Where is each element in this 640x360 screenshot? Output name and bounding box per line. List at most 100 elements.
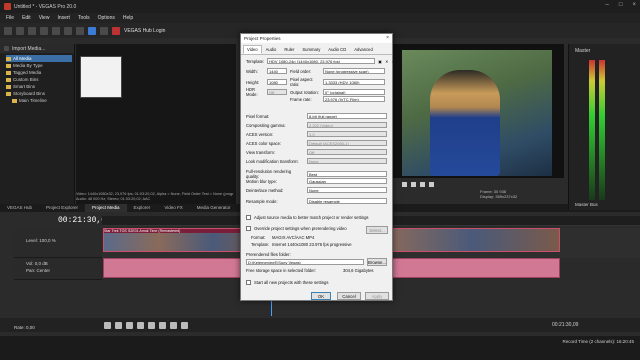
tab-explorer[interactable]: Explorer: [127, 204, 158, 212]
save-icon[interactable]: [28, 26, 36, 35]
import-icon[interactable]: [4, 46, 9, 51]
pause-icon[interactable]: [148, 321, 155, 329]
menu-view[interactable]: View: [39, 15, 50, 21]
folder-icon: [6, 91, 11, 96]
tree-item-media-by-type[interactable]: Media By Type: [6, 62, 72, 69]
select-button[interactable]: Select...: [366, 226, 388, 234]
redo-icon[interactable]: [76, 26, 84, 35]
match-media-icon[interactable]: ⌂: [392, 59, 395, 64]
browse-button[interactable]: Browse...: [367, 258, 387, 266]
play-from-start-icon[interactable]: [126, 321, 133, 329]
pause-icon[interactable]: [411, 181, 416, 187]
menu-edit[interactable]: Edit: [22, 15, 31, 21]
aces-version-label: ACES version:: [246, 131, 274, 137]
right-meter: [599, 60, 605, 200]
tab-summary[interactable]: Summary: [298, 45, 324, 54]
tab-video-fx[interactable]: Video FX: [157, 204, 189, 212]
snapshot-icon[interactable]: [429, 181, 434, 187]
tree-item-custom-bins[interactable]: Custom Bins: [6, 76, 72, 83]
record-time: Record Time (2 channels): 16:20:45: [562, 339, 634, 344]
ok-button[interactable]: OK: [311, 292, 331, 300]
folder-icon: [6, 84, 11, 89]
menu-insert[interactable]: Insert: [57, 15, 70, 21]
tab-project-explorer[interactable]: Project Explorer: [39, 204, 85, 212]
adjust-source-checkbox[interactable]: [246, 215, 251, 220]
go-start-icon[interactable]: [170, 321, 177, 329]
vol-value[interactable]: 0,0 dB: [35, 261, 48, 266]
close-icon[interactable]: ×: [632, 2, 636, 8]
hub-login-link[interactable]: VEGAS Hub Login: [124, 28, 165, 34]
rendering-quality-select[interactable]: Best: [307, 171, 387, 177]
pixel-format-select[interactable]: 8-bit (full range): [307, 113, 387, 119]
stop-icon[interactable]: [420, 181, 425, 187]
stop-icon[interactable]: [159, 321, 166, 329]
minimize-icon[interactable]: –: [606, 2, 609, 8]
open-icon[interactable]: [16, 26, 24, 35]
cancel-button[interactable]: Cancel: [337, 292, 361, 300]
apply-button[interactable]: Apply: [365, 292, 389, 300]
hdr-select[interactable]: Off: [267, 89, 287, 95]
tab-advanced[interactable]: Advanced: [350, 45, 377, 54]
video-track-header[interactable]: Level: 100,0 %: [14, 228, 102, 258]
tree-item-tagged-media[interactable]: Tagged Media: [6, 69, 72, 76]
frame-rate-select[interactable]: 23.976 (IVTC Film): [323, 96, 385, 102]
folder-icon: [6, 63, 11, 68]
go-end-icon[interactable]: [181, 321, 188, 329]
video-track-level: Level: 100,0 %: [26, 238, 56, 243]
new-icon[interactable]: [4, 26, 12, 35]
loop-icon[interactable]: [115, 321, 122, 329]
record-icon[interactable]: [104, 321, 111, 329]
tab-project-media[interactable]: Project Media: [85, 204, 127, 212]
tab-audio-cd[interactable]: Audio CD: [324, 45, 350, 54]
height-label: Height:: [246, 79, 260, 85]
rotation-select[interactable]: 0° (original): [323, 89, 385, 95]
aces-color-select[interactable]: Default (ACES2065-1): [307, 140, 387, 146]
resample-select[interactable]: Disable resample: [307, 198, 387, 204]
prerendered-folder-field[interactable]: D:\Kelemen\eeE\Sony Vegas\: [246, 259, 364, 265]
menu-tools[interactable]: Tools: [78, 15, 90, 21]
deinterlace-select[interactable]: None: [307, 187, 387, 193]
properties-icon[interactable]: [52, 26, 60, 35]
menu-options[interactable]: Options: [98, 15, 115, 21]
start-all-checkbox[interactable]: [246, 280, 251, 285]
tab-video[interactable]: Video: [243, 45, 262, 54]
menu-file[interactable]: File: [6, 15, 14, 21]
pan-value[interactable]: Center: [37, 268, 51, 273]
render-icon[interactable]: [40, 26, 48, 35]
tab-ruler[interactable]: Ruler: [280, 45, 298, 54]
play-icon[interactable]: [137, 321, 144, 329]
rotation-label: Output rotation:: [290, 89, 319, 95]
width-label: Width:: [246, 68, 258, 74]
par-select[interactable]: 1.3333 (HDV 1080): [323, 79, 385, 85]
cursor-tool-icon[interactable]: [88, 26, 96, 35]
hub-icon[interactable]: [100, 26, 108, 35]
field-order-select[interactable]: None (progressive scan): [323, 68, 385, 74]
view-transform-select[interactable]: Off: [307, 149, 387, 155]
media-thumbnail[interactable]: [80, 56, 122, 98]
override-settings-checkbox[interactable]: [246, 226, 251, 231]
undo-icon[interactable]: [64, 26, 72, 35]
import-media-button[interactable]: Import Media...: [12, 46, 45, 52]
aces-version-select[interactable]: 1.0: [307, 131, 387, 137]
tree-item-smart-bins[interactable]: Smart Bins: [6, 83, 72, 90]
tree-item-all-media[interactable]: All Media: [6, 55, 72, 62]
tab-vegas-hub[interactable]: VEGAS Hub: [0, 204, 39, 212]
template-select[interactable]: HDV 1080-24p (1440x1080, 23.976 fps): [267, 58, 376, 64]
maximize-icon[interactable]: □: [619, 2, 623, 8]
gamma-select[interactable]: 2.222 (Video): [307, 122, 387, 128]
tab-media-generator[interactable]: Media Generator: [190, 204, 238, 212]
save-template-icon[interactable]: ▣: [378, 59, 382, 64]
menu-help[interactable]: Help: [123, 15, 133, 21]
audio-track-header[interactable]: Vol: 0,0 dB Pan: Center: [14, 258, 102, 280]
delete-template-icon[interactable]: ✕: [385, 59, 389, 64]
view-transform-label: View transform:: [246, 149, 276, 155]
height-field[interactable]: 1080: [267, 79, 287, 85]
motion-blur-select[interactable]: Gaussian: [307, 178, 387, 184]
look-select[interactable]: None: [307, 158, 387, 164]
width-field[interactable]: 1440: [267, 68, 287, 74]
tree-item-main-timeline[interactable]: Main Timeline: [6, 97, 72, 104]
close-icon[interactable]: ×: [386, 35, 389, 41]
tree-item-storyboard-bins[interactable]: Storyboard Bins: [6, 90, 72, 97]
play-icon[interactable]: [402, 181, 407, 187]
tab-audio[interactable]: Audio: [262, 45, 281, 54]
